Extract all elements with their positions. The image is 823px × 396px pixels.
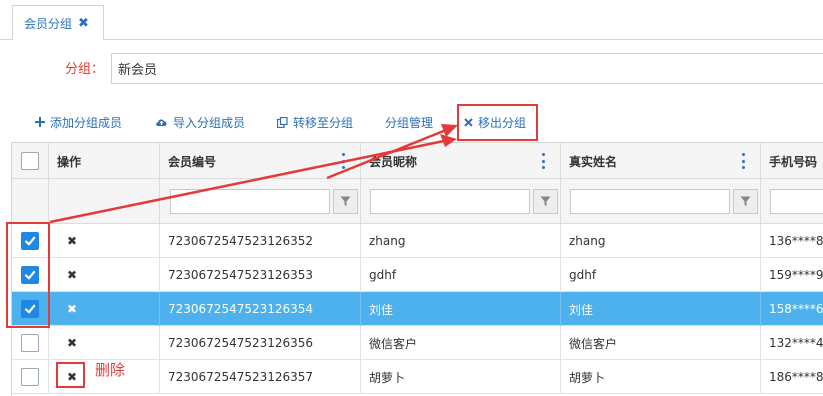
annotation-arrow-line bbox=[49, 139, 445, 224]
annotation-arrowhead bbox=[440, 134, 457, 147]
annotation-arrow-line bbox=[326, 128, 447, 180]
annotation-arrows bbox=[49, 124, 458, 224]
